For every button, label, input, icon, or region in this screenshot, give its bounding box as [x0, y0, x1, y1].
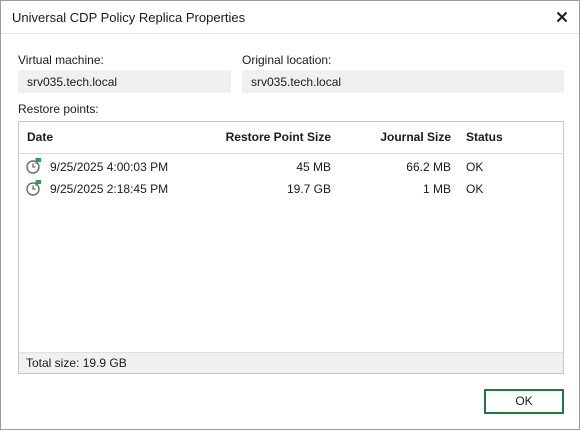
title-bar: Universal CDP Policy Replica Properties [1, 1, 579, 34]
restore-point-clock-icon [26, 158, 41, 174]
virtual-machine-label: Virtual machine: [18, 53, 104, 67]
row-date: 9/25/2025 2:18:45 PM [50, 182, 169, 196]
row-status: OK [466, 160, 484, 174]
column-header-date[interactable]: Date [27, 130, 53, 144]
original-location-field: srv035.tech.local [242, 70, 564, 93]
properties-dialog: Universal CDP Policy Replica Properties … [0, 0, 580, 430]
close-icon [556, 11, 568, 23]
list-footer: Total size: 19.9 GB [19, 352, 563, 373]
column-header-restore-point-size[interactable]: Restore Point Size [226, 130, 331, 144]
restore-points-list[interactable]: Date Restore Point Size Journal Size Sta… [18, 121, 564, 374]
row-status: OK [466, 182, 484, 196]
virtual-machine-field: srv035.tech.local [18, 70, 231, 93]
ok-button[interactable]: OK [484, 389, 564, 414]
close-button[interactable] [551, 6, 573, 28]
row-restore-point-size: 19.7 GB [286, 182, 331, 196]
restore-point-clock-icon [26, 180, 41, 196]
list-header: Date Restore Point Size Journal Size Sta… [19, 122, 563, 154]
total-size-text: Total size: 19.9 GB [26, 356, 127, 370]
row-journal-size: 1 MB [422, 182, 451, 196]
table-row[interactable]: 9/25/2025 4:00:03 PM 45 MB 66.2 MB OK [19, 156, 563, 178]
column-header-status[interactable]: Status [466, 130, 503, 144]
original-location-label: Original location: [242, 53, 332, 67]
row-journal-size: 66.2 MB [406, 160, 451, 174]
column-header-journal-size[interactable]: Journal Size [380, 130, 451, 144]
row-restore-point-size: 45 MB [296, 160, 331, 174]
row-date: 9/25/2025 4:00:03 PM [50, 160, 169, 174]
restore-points-label: Restore points: [18, 102, 99, 116]
dialog-title: Universal CDP Policy Replica Properties [12, 10, 246, 25]
table-row[interactable]: 9/25/2025 2:18:45 PM 19.7 GB 1 MB OK [19, 178, 563, 200]
